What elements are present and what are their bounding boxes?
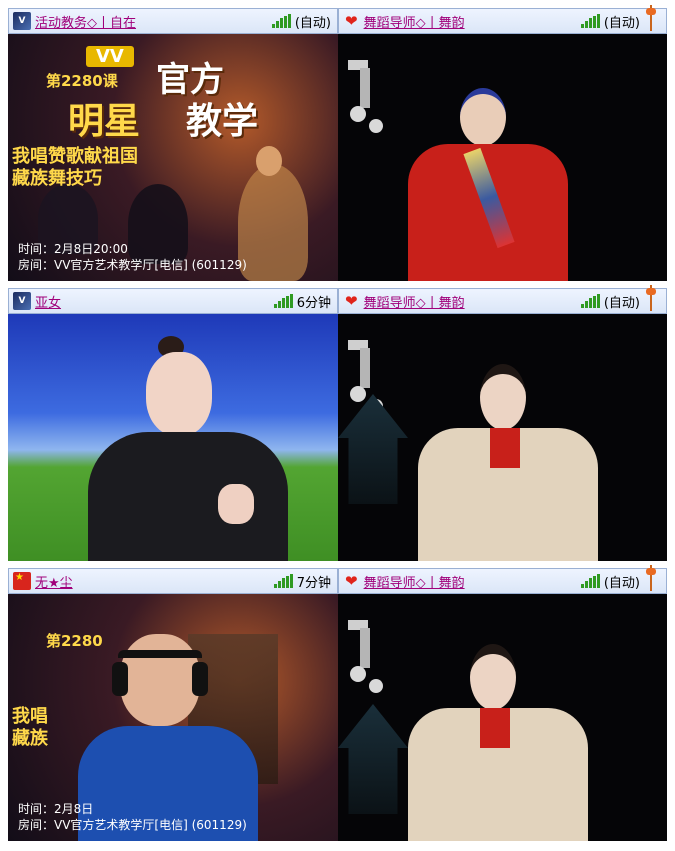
signal-strength-icon [580, 14, 600, 28]
status-text: 6分钟 [296, 295, 331, 311]
username-link[interactable]: 活动教务◇丨自在 [35, 12, 136, 31]
poster-title: 教学 [186, 101, 259, 142]
video-feed[interactable] [338, 34, 667, 281]
signal-strength-icon [271, 14, 291, 28]
heart-icon: ❤ [345, 571, 358, 590]
video-row-2: V 亚女 6分钟 ❤ 舞蹈导师◇丨舞韵 (自动) [8, 285, 667, 561]
vv-logo-icon: V [13, 12, 31, 30]
lantern-icon [646, 565, 656, 591]
user-bar[interactable]: ❤ 舞蹈导师◇丨舞韵 (自动) [338, 285, 667, 314]
username-link[interactable]: 无★尘 [35, 572, 73, 591]
user-bar[interactable]: ❤ 舞蹈导师◇丨舞韵 (自动) [338, 565, 667, 594]
teacher [78, 634, 258, 841]
video-feed[interactable]: VV 第2280课 官方 明星 教学 我唱赞歌献祖国 藏族舞技巧 时间：2月8日… [8, 34, 338, 281]
username-link[interactable]: 舞蹈导师◇丨舞韵 [364, 292, 465, 311]
connection-status: (自动) [271, 12, 331, 31]
video-feed[interactable] [338, 594, 667, 841]
connection-status: (自动) [580, 292, 640, 311]
vv-badge: VV [86, 46, 134, 67]
microphone-icon [348, 620, 383, 693]
username-link[interactable]: 舞蹈导师◇丨舞韵 [364, 12, 465, 31]
signal-strength-icon [580, 294, 600, 308]
status-text: (自动) [294, 15, 331, 31]
performer [418, 364, 598, 561]
microphone-icon [348, 60, 383, 133]
lantern-icon [646, 285, 656, 311]
status-text: (自动) [603, 575, 640, 591]
lantern-icon [646, 5, 656, 31]
user-bar[interactable]: 无★尘 7分钟 [8, 568, 338, 594]
poster-time: 时间：2月8日 [18, 802, 94, 816]
user-bar[interactable]: V 亚女 6分钟 [8, 288, 338, 314]
lesson-number: 第2280课 [46, 72, 118, 90]
user-bar[interactable]: V 活动教务◇丨自在 (自动) [8, 8, 338, 34]
pagoda-background [338, 704, 408, 814]
china-flag-icon [13, 572, 31, 590]
connection-status: 7分钟 [273, 572, 331, 591]
poster-time: 时间：2月8日20:00 [18, 242, 128, 256]
poster-room: 房间：VV官方艺术教学厅[电信] (601129) [18, 258, 247, 272]
performer [408, 644, 588, 841]
username-link[interactable]: 亚女 [35, 292, 61, 311]
status-text: (自动) [603, 295, 640, 311]
performer [408, 88, 568, 281]
video-row-1: V 活动教务◇丨自在 (自动) ❤ 舞蹈导师◇丨舞韵 (自动) VV 第2280… [8, 5, 667, 281]
signal-strength-icon [580, 574, 600, 588]
video-feed[interactable] [338, 314, 667, 561]
username-link[interactable]: 舞蹈导师◇丨舞韵 [364, 572, 465, 591]
signal-strength-icon [273, 574, 293, 588]
singer [88, 336, 288, 561]
connection-status: (自动) [580, 572, 640, 591]
poster-room: 房间：VV官方艺术教学厅[电信] (601129) [18, 818, 247, 832]
connection-status: (自动) [580, 12, 640, 31]
video-feed[interactable] [8, 314, 338, 561]
poster-subtitle: 藏族舞技巧 [12, 168, 102, 189]
poster-subtitle: 藏族 [12, 728, 48, 749]
video-row-3: 无★尘 7分钟 ❤ 舞蹈导师◇丨舞韵 (自动) 第2280 我唱 藏族 时间：2… [8, 565, 667, 841]
poster-title: 明星 [68, 101, 141, 142]
heart-icon: ❤ [345, 11, 358, 30]
user-bar[interactable]: ❤ 舞蹈导师◇丨舞韵 (自动) [338, 5, 667, 34]
video-feed[interactable]: 第2280 我唱 藏族 时间：2月8日 房间：VV官方艺术教学厅[电信] (60… [8, 594, 338, 841]
signal-strength-icon [273, 294, 293, 308]
status-text: 7分钟 [296, 575, 331, 591]
heart-icon: ❤ [345, 291, 358, 310]
status-text: (自动) [603, 15, 640, 31]
vv-logo-icon: V [13, 292, 31, 310]
connection-status: 6分钟 [273, 292, 331, 311]
